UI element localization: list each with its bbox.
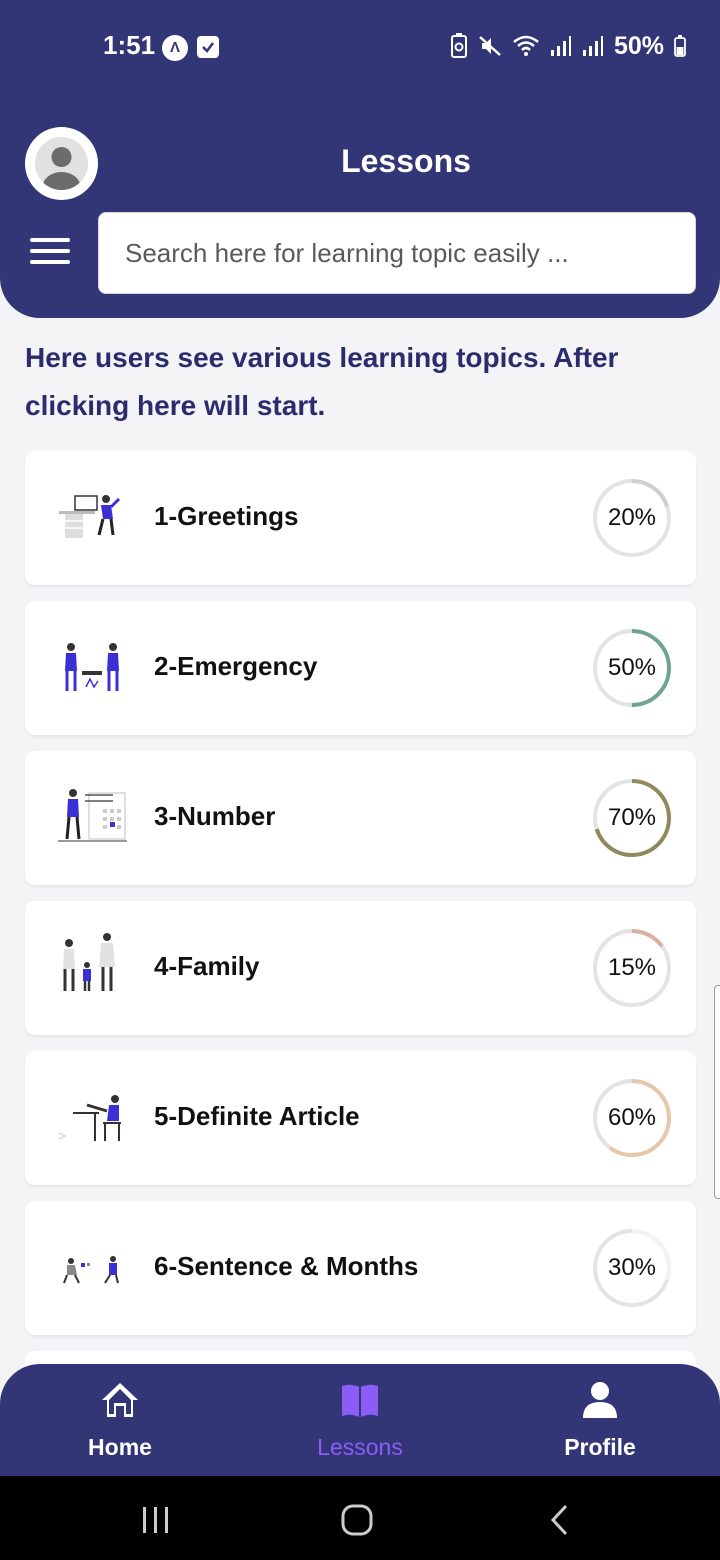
definite-article-illustration-icon [58,1095,121,1141]
progress-percentage: 50% [607,654,657,681]
lesson-card-number[interactable]: 3-Number 70% [25,751,696,885]
lesson-card-definite-article[interactable]: 5-Definite Article 60% [25,1051,696,1185]
progress-percentage: 30% [607,1254,657,1281]
lesson-title: 6-Sentence & Months [154,1251,419,1281]
emergency-illustration-icon [65,643,119,691]
sentence-months-illustration-icon [63,1256,119,1284]
menu-button[interactable] [30,238,70,268]
recent-apps-icon [143,1507,168,1533]
book-icon [342,1384,378,1417]
scrollbar[interactable] [714,985,720,1199]
progress-percentage: 60% [607,1104,657,1131]
back-arrow-icon [550,1504,568,1536]
battery-percentage: 50% [613,31,664,60]
user-icon [583,1382,617,1418]
number-illustration-icon [58,789,127,842]
lesson-card-family[interactable]: 4-Family 15% [25,901,696,1035]
app-header: 1:51 Λ 50% Lessons Search here for learn… [0,0,720,318]
status-time: 1:51 [103,30,156,60]
lesson-title: 5-Definite Article [154,1101,360,1131]
notification-icon: Λ [162,35,188,61]
progress-percentage: 20% [607,504,657,531]
lesson-title: 1-Greetings [154,501,299,531]
progress-percentage: 70% [607,804,657,831]
bottom-navigation: Home Lessons Profile [0,1364,720,1476]
home-circle-icon [341,1504,373,1536]
lesson-list: 1-Greetings 20% 2-Emergency 50% 3-Number… [25,451,696,1351]
nav-home[interactable]: Home [30,1364,210,1476]
lesson-card-sentence-months[interactable]: 6-Sentence & Months 30% [25,1201,696,1335]
nav-label: Home [88,1434,152,1460]
hamburger-line [30,260,70,264]
mute-icon [479,36,501,56]
battery-icon [674,35,686,57]
family-illustration-icon [63,933,115,991]
wifi-icon [513,35,539,56]
nav-profile[interactable]: Profile [510,1364,690,1476]
intro-text: Here users see various learning topics. … [25,342,619,421]
battery-saver-icon [450,33,467,58]
checkbox-notification-icon [197,36,219,58]
status-indicators: 50% [450,30,686,62]
system-navigation-bar [0,1476,720,1560]
signal-icon [550,36,571,56]
page-title: Lessons [341,143,471,179]
lesson-title: 4-Family [154,951,260,981]
nav-label: Lessons [317,1434,403,1460]
lesson-card-greetings[interactable]: 1-Greetings 20% [25,451,696,585]
lesson-title: 2-Emergency [154,651,318,681]
hamburger-icon [30,238,70,242]
home-system-button[interactable] [317,1476,397,1560]
nav-label: Profile [564,1434,636,1460]
search-box [98,212,696,294]
back-button[interactable] [519,1476,599,1560]
recent-apps-button[interactable] [116,1476,196,1560]
search-input[interactable] [99,213,695,293]
lesson-title: 3-Number [154,801,276,831]
home-icon [102,1383,138,1417]
nav-lessons[interactable]: Lessons [270,1364,450,1476]
hamburger-line [30,249,70,253]
progress-percentage: 15% [607,954,657,981]
status-bar: 1:51 Λ 50% [0,0,720,95]
greetings-illustration-icon [59,495,121,538]
signal-icon-2 [582,36,603,56]
lesson-card-emergency[interactable]: 2-Emergency 50% [25,601,696,735]
